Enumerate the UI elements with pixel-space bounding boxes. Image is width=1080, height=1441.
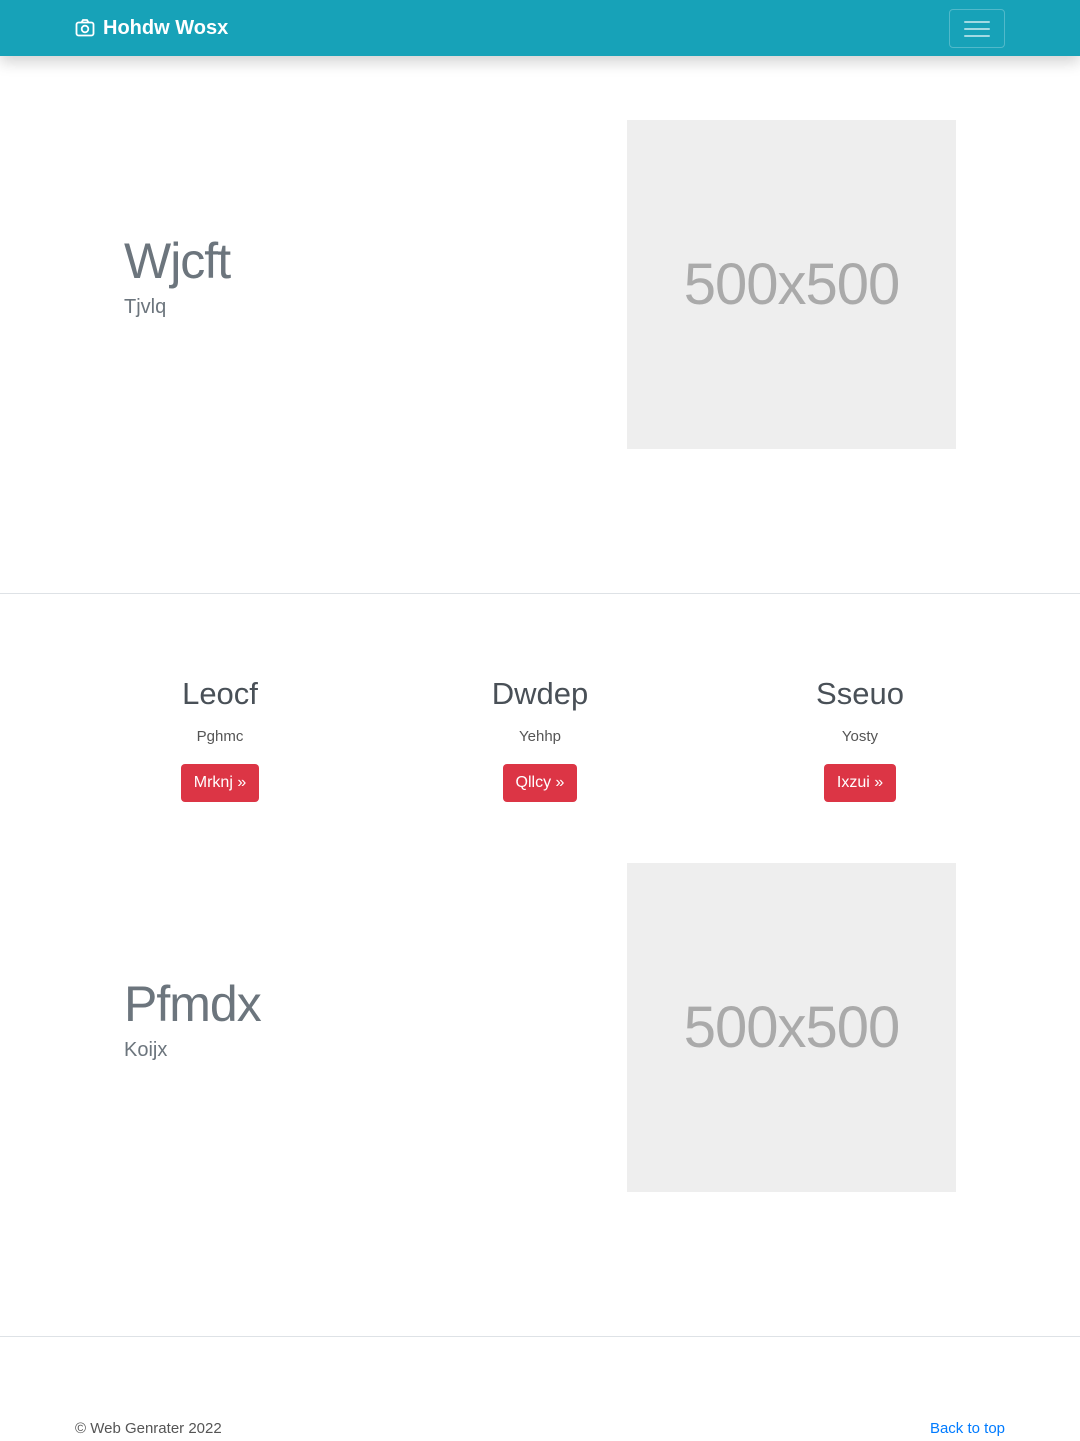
brand-name: Hohdw Wosx bbox=[103, 16, 229, 39]
hamburger-menu-icon bbox=[964, 19, 990, 39]
hero-2-image-placeholder: 500x500 bbox=[627, 863, 956, 1192]
navbar: Hohdw Wosx bbox=[0, 0, 1080, 56]
navbar-toggle-button[interactable] bbox=[949, 9, 1005, 48]
footer-copyright: © Web Genrater 2022 bbox=[75, 1420, 222, 1437]
hero-2-subtitle: Koijx bbox=[124, 1039, 168, 1061]
hero-2-image-label: 500x500 bbox=[683, 995, 901, 1060]
brand-link[interactable]: Hohdw Wosx bbox=[75, 0, 228, 56]
section-divider-2 bbox=[0, 1336, 1080, 1337]
camera-icon bbox=[75, 18, 95, 38]
hero-2-title: Pfmdx bbox=[124, 976, 262, 1032]
back-to-top-link[interactable]: Back to top bbox=[930, 1420, 1005, 1438]
hero-section-2: Pfmdx Koijx 500x500 bbox=[0, 0, 1080, 1336]
